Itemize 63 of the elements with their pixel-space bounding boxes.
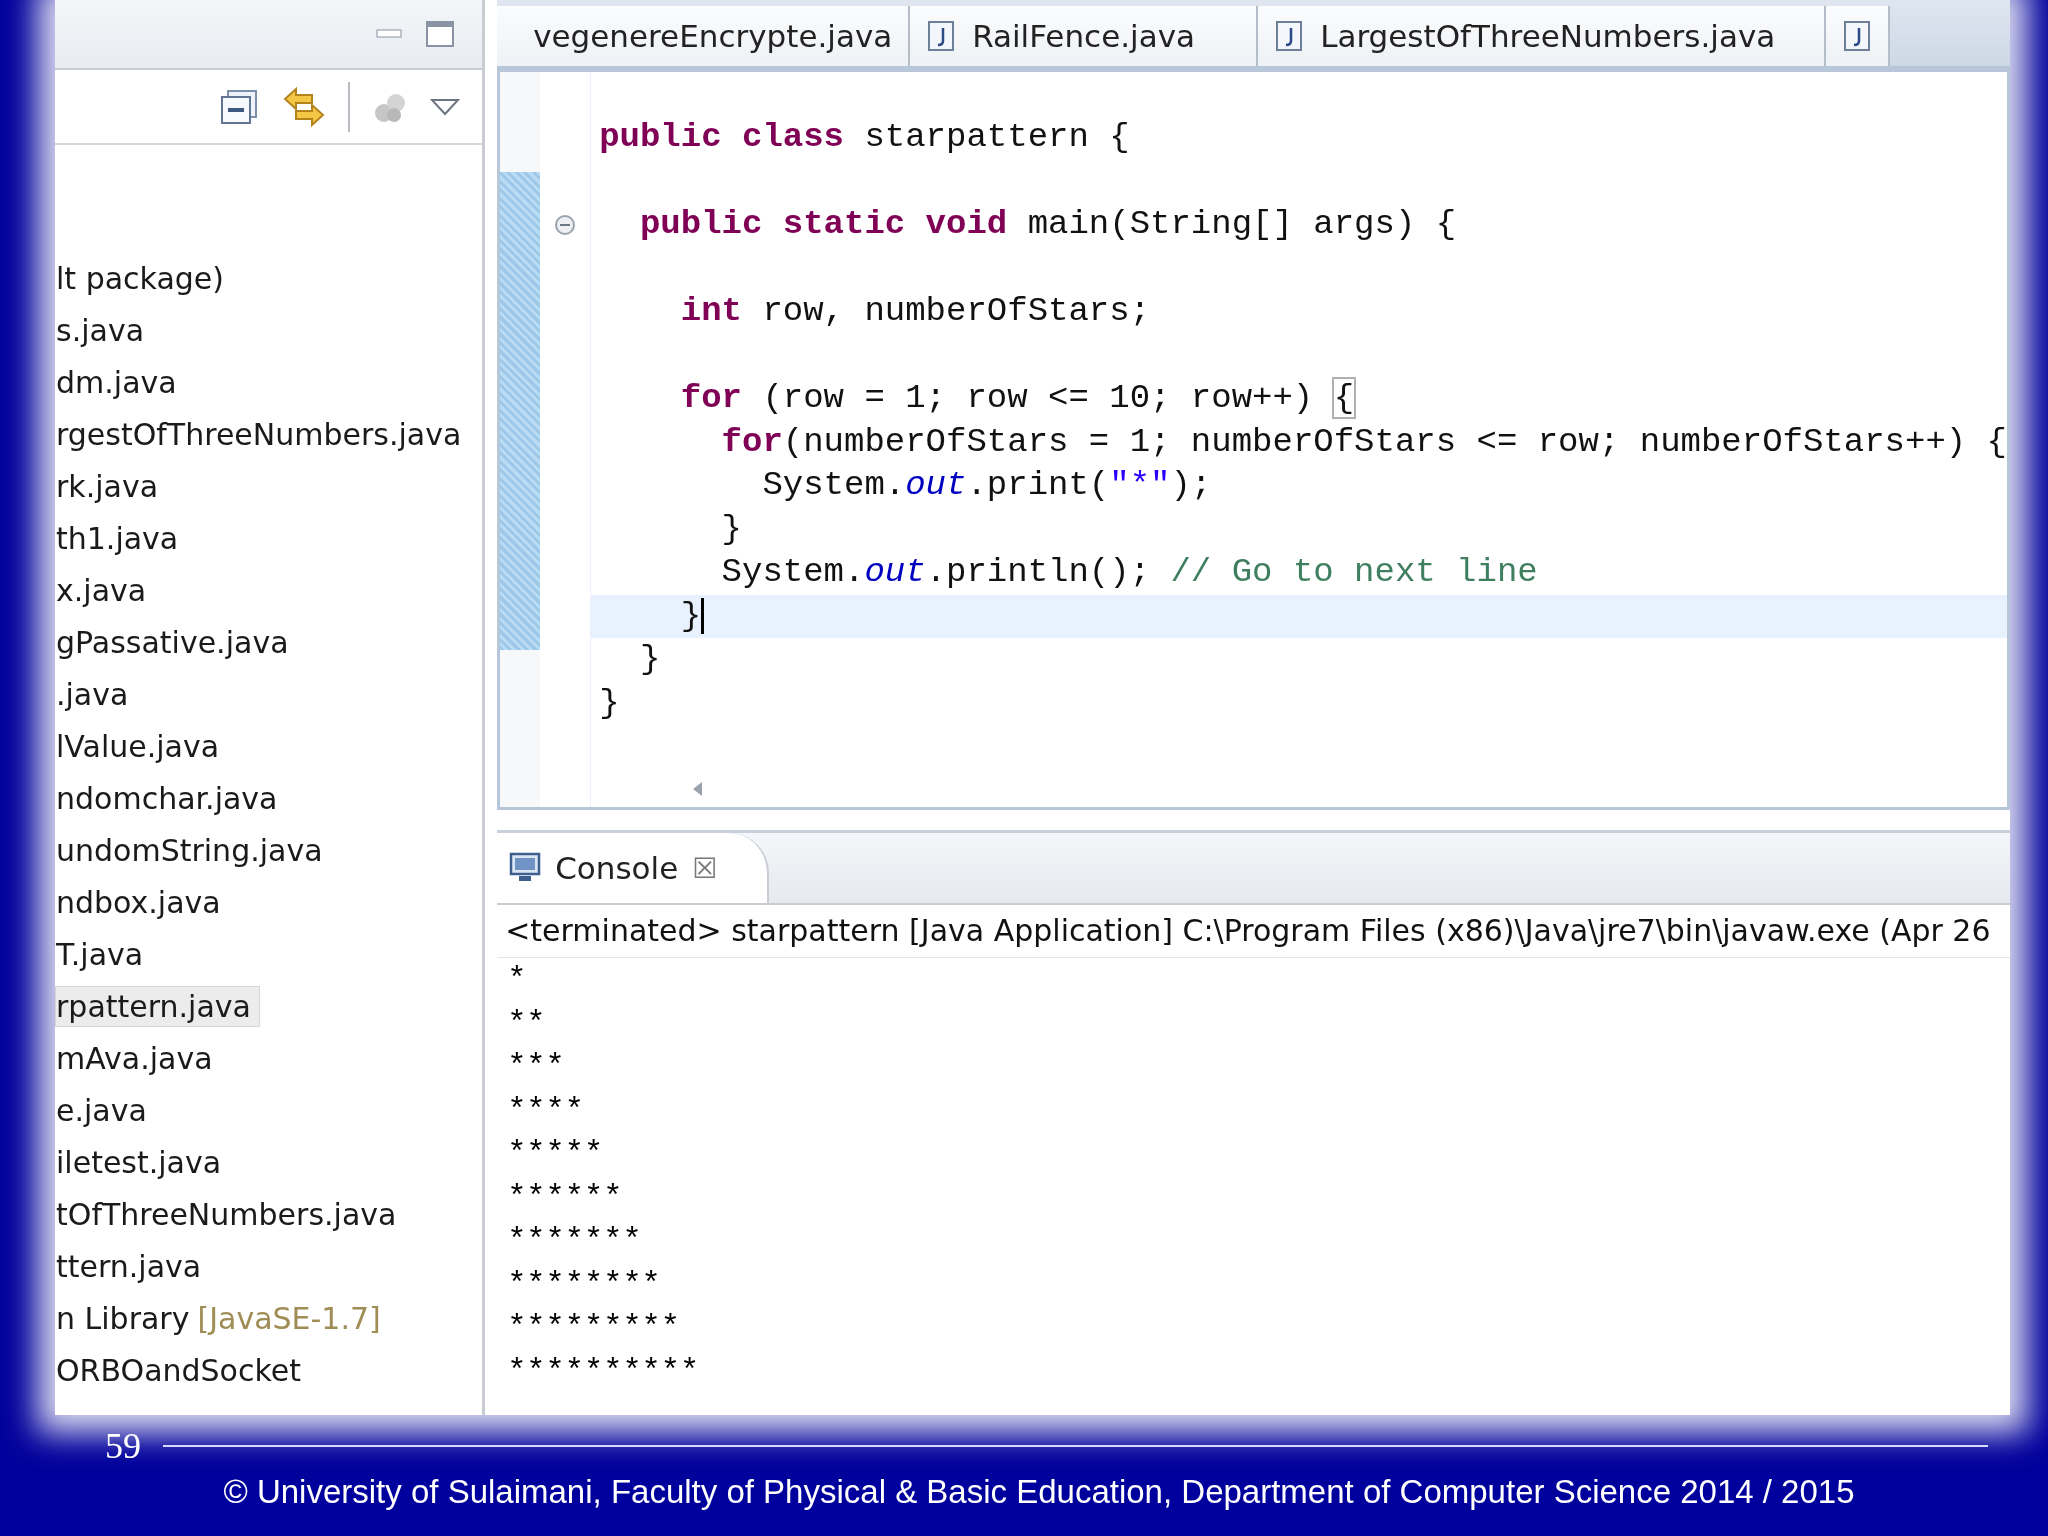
tree-item[interactable]: lValue.java: [55, 725, 229, 767]
tree-item[interactable]: n Library [JavaSE-1.7]: [55, 1297, 390, 1339]
console-output-line: *******: [507, 1222, 642, 1259]
tree-item[interactable]: ORBOandSocket: [55, 1349, 310, 1391]
java-file-icon: [928, 21, 955, 51]
tree-item[interactable]: ttern.java: [55, 1245, 211, 1287]
console-output-line: ****: [507, 1091, 584, 1129]
console-output-line: **: [507, 1004, 546, 1042]
swap-arrows-icon[interactable]: [282, 84, 327, 129]
tree-item[interactable]: mAva.java: [55, 1037, 222, 1079]
copyright-footer: © University of Sulaimani, Faculty of Physical & Basic Education, Department of Computer Science 2014 / 2015: [193, 1473, 1855, 1511]
tree-item[interactable]: dm.java: [55, 361, 186, 403]
code-line: for(numberOfStars = 1; numberOfStars <= row; numberOfStars++) {: [720, 422, 2007, 461]
tree-item[interactable]: lt package): [55, 257, 233, 299]
tree-item[interactable]: T.java: [55, 933, 153, 975]
tree-item[interactable]: rk.java: [55, 465, 168, 507]
monitor-icon: [509, 852, 542, 884]
maximize-icon[interactable]: [426, 21, 455, 47]
tree-item[interactable]: th1.java: [55, 517, 188, 559]
java-file-icon: [1276, 21, 1303, 51]
view-menu-icon[interactable]: [430, 96, 461, 117]
code-line: for (row = 1; row <= 10; row++) {: [679, 379, 1355, 417]
console-output-line: *********: [507, 1309, 680, 1346]
tree-item[interactable]: .java: [55, 673, 138, 715]
console-output-line: **********: [507, 1352, 700, 1390]
editor-tab[interactable]: [1826, 6, 1891, 66]
editor-tab[interactable]: RailFence.java: [910, 6, 1259, 66]
code-line: public class starpattern {: [599, 118, 1130, 156]
tree-item[interactable]: gPassative.java: [55, 621, 298, 663]
java-file-icon: [1844, 21, 1871, 51]
tree-item[interactable]: tOfThreeNumbers.java: [55, 1193, 406, 1235]
editor-tab[interactable]: vegenereEncrypte.java: [497, 6, 911, 66]
collapse-icon[interactable]: [554, 213, 577, 236]
code-line: int row, numberOfStars;: [679, 292, 1151, 330]
code-line: System.out.print("*");: [761, 466, 1212, 504]
console-output-line: ******: [507, 1178, 623, 1216]
tree-item[interactable]: ndomchar.java: [55, 777, 287, 819]
slide-number: 59: [105, 1425, 141, 1467]
console-output-line: ********: [507, 1265, 661, 1303]
console-status: <terminated> starpattern [Java Application] C:\Program Files (x86)\Java\jre7\bin\javaw.exe (Apr 26: [505, 913, 1991, 948]
tree-item[interactable]: e.java: [55, 1089, 156, 1131]
code-line: public static void main(String[] args) {: [638, 205, 1457, 243]
tree-item[interactable]: x.java: [55, 569, 156, 611]
close-icon[interactable]: ☒: [692, 851, 718, 885]
tree-item[interactable]: ndbox.java: [55, 881, 230, 923]
tree-item[interactable]: rgestOfThreeNumbers.java: [55, 413, 471, 455]
code-line: System.out.println(); // Go to next line: [720, 553, 1538, 591]
code-line: }: [638, 640, 661, 678]
code-line: }: [720, 509, 742, 548]
tree-item[interactable]: undomString.java: [55, 829, 332, 871]
code-line: }: [679, 596, 702, 635]
scroll-left-icon[interactable]: [691, 781, 704, 797]
code-line: }: [599, 683, 620, 722]
console-output-line: *****: [507, 1135, 604, 1172]
tree-item[interactable]: iletest.java: [55, 1141, 231, 1183]
text-cursor: [701, 597, 705, 634]
console-output-line: *: [507, 961, 527, 998]
console-tab-title[interactable]: Console: [555, 850, 679, 886]
tree-item[interactable]: rpattern.java: [55, 985, 260, 1027]
editor-tab[interactable]: LargestOfThreeNumbers.java: [1258, 6, 1827, 66]
console-output-line: ***: [507, 1048, 565, 1085]
minimize-icon[interactable]: [376, 29, 403, 39]
tree-item[interactable]: s.java: [55, 309, 154, 351]
